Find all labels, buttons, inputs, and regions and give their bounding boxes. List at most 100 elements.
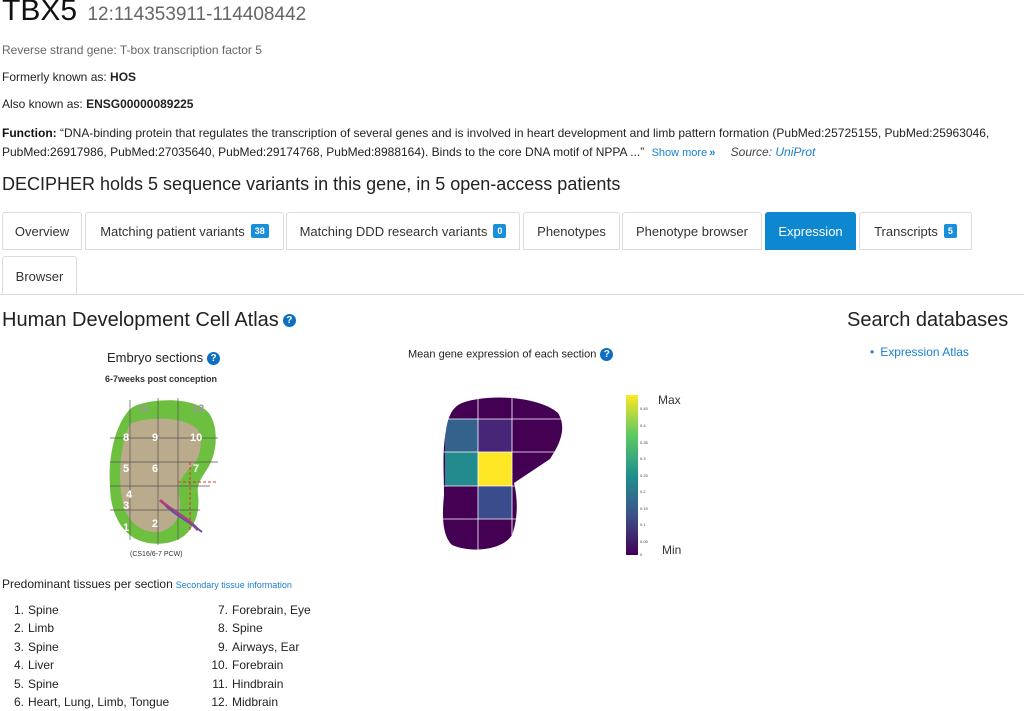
item-number: 1. xyxy=(13,603,24,617)
item-number: 8. xyxy=(217,621,228,636)
secondary-tissue-link[interactable]: Secondary tissue information xyxy=(176,580,292,590)
expression-heatmap xyxy=(442,397,563,550)
embryo-caption: (CS16/6-7 PCW) xyxy=(130,551,183,558)
count-badge: 0 xyxy=(493,224,507,238)
section-number: 9 xyxy=(152,432,158,444)
item-text: Spine xyxy=(28,639,59,654)
help-icon[interactable]: ? xyxy=(282,314,296,328)
formerly-known: Formerly known as: HOS xyxy=(2,70,136,84)
hdca-title-text: Human Development Cell Atlas xyxy=(2,309,279,331)
heatmap-cell xyxy=(445,419,478,452)
tab-matching-patient-variants[interactable]: Matching patient variants 38 xyxy=(85,212,284,250)
list-item: 7. Forebrain, Eye xyxy=(206,601,311,619)
source: Source: UniProt xyxy=(731,145,816,159)
list-item: 1. Spine xyxy=(2,601,169,619)
source-link[interactable]: UniProt xyxy=(775,145,815,159)
section-number: 3 xyxy=(123,500,129,512)
gene-header: TBX5 12:114353911-114408442 xyxy=(2,0,306,28)
tab-matching-ddd-research-variants[interactable]: Matching DDD research variants 0 xyxy=(286,212,520,250)
item-number: 7. xyxy=(217,603,228,617)
formerly-value: HOS xyxy=(110,70,137,84)
item-number: 6. xyxy=(13,695,24,710)
tissues-title: Predominant tissues per section Secondary… xyxy=(2,577,292,591)
show-more-label: Show more xyxy=(651,147,708,159)
tab-transcripts[interactable]: Transcripts 5 xyxy=(859,212,972,250)
search-databases-list: • Expression Atlas xyxy=(870,345,969,359)
expression-atlas-link[interactable]: Expression Atlas xyxy=(880,345,969,359)
item-number: 11. xyxy=(212,676,228,691)
section-number: 5 xyxy=(123,463,129,475)
item-number: 10. xyxy=(211,658,228,673)
help-icon[interactable]: ? xyxy=(600,348,614,361)
tab-label: Phenotype browser xyxy=(635,223,748,239)
expression-legend: 0.45 0.4 0.35 0.3 0.25 0.2 0.15 0.1 0.05… xyxy=(626,393,681,557)
list-item: 6. Heart, Lung, Limb, Tongue xyxy=(2,693,169,711)
list-item: 5. Spine xyxy=(2,675,169,693)
tab-browser[interactable]: Browser xyxy=(2,256,77,295)
item-number: 9. xyxy=(217,639,228,654)
tab-overview[interactable]: Overview xyxy=(2,212,82,250)
section-number: 7 xyxy=(193,463,199,475)
item-text: Spine xyxy=(232,621,263,636)
item-text: Liver xyxy=(28,658,55,673)
embryo-title-text: Embryo sections xyxy=(107,350,204,365)
legend-tick: 0.4 xyxy=(640,423,646,428)
tab-label: Phenotypes xyxy=(537,223,606,239)
function-text: “DNA-binding protein that regulates the … xyxy=(2,126,990,159)
item-text: Forebrain xyxy=(232,658,284,673)
tissues-title-text: Predominant tissues per section xyxy=(2,577,173,591)
tab-phenotype-browser[interactable]: Phenotype browser xyxy=(622,212,762,250)
section-number: 12 xyxy=(192,403,204,415)
list-item: 9. Airways, Ear xyxy=(206,638,311,656)
section-number: 6 xyxy=(152,463,158,475)
item-text: Limb xyxy=(28,621,55,636)
embryo-illustration: 1 2 3 4 5 6 7 8 9 10 11 12 xyxy=(109,398,218,545)
search-databases-title: Search databases xyxy=(847,309,1009,331)
heatmap-cell xyxy=(478,486,512,519)
heatmap-cell xyxy=(445,452,478,486)
tab-label: Transcripts xyxy=(874,223,938,239)
list-item: 3. Spine xyxy=(2,638,169,656)
legend-tick: 0.15 xyxy=(640,506,649,511)
legend-tick: 0.05 xyxy=(640,539,649,544)
source-label: Source: xyxy=(730,145,773,159)
tab-phenotypes[interactable]: Phenotypes xyxy=(523,212,620,250)
section-number: 8 xyxy=(123,432,129,444)
legend-tick: 0 xyxy=(640,552,643,557)
count-badge: 5 xyxy=(943,224,957,238)
list-item: • Expression Atlas xyxy=(870,345,969,359)
item-text: Heart, Lung, Limb, Tongue xyxy=(28,695,170,710)
item-text: Spine xyxy=(28,676,59,691)
formerly-label: Formerly known as: xyxy=(2,70,107,84)
tab-expression[interactable]: Expression xyxy=(765,212,856,250)
mean-expression-title: Mean gene expression of each section? xyxy=(408,348,614,361)
tissue-list-1: 1. Spine 2. Limb 3. Spine 4. Liver 5. Spine 6… xyxy=(2,601,169,711)
tissue-list-2: 7. Forebrain, Eye 8. Spine 9. Airways, Ear … xyxy=(206,601,311,711)
legend-tick: 0.3 xyxy=(640,456,646,461)
section-number: 1 xyxy=(123,522,129,534)
help-icon[interactable]: ? xyxy=(207,352,221,366)
legend-gradient xyxy=(626,395,638,555)
function-description: Function: “DNA-binding protein that regu… xyxy=(2,124,1002,163)
section-number: 11 xyxy=(138,403,150,415)
heatmap-cell xyxy=(478,452,512,486)
legend-tick: 0.2 xyxy=(640,489,646,494)
also-known: Also known as: ENSG00000089225 xyxy=(2,97,193,111)
list-item: 4. Liver xyxy=(2,656,169,674)
tab-label: Matching patient variants xyxy=(100,223,245,239)
tabs-divider xyxy=(0,294,1024,295)
list-item: 12. Midbrain xyxy=(206,693,311,711)
mean-expression-title-text: Mean gene expression of each section xyxy=(408,348,597,361)
embryo-subtitle: 6-7weeks post conception xyxy=(105,374,218,384)
gene-location: 12:114353911-114408442 xyxy=(87,4,307,25)
bullet-icon: • xyxy=(870,345,875,359)
legend-tick: 0.35 xyxy=(640,440,649,445)
list-item: 11. Hindbrain xyxy=(206,675,311,693)
variants-summary: DECIPHER holds 5 sequence variants in th… xyxy=(2,174,621,194)
gene-symbol: TBX5 xyxy=(2,0,78,27)
embryo-title: Embryo sections? xyxy=(107,350,221,366)
list-item: 10. Forebrain xyxy=(206,656,311,674)
show-more-link[interactable]: Show more» xyxy=(652,147,716,159)
item-number: 12. xyxy=(211,695,228,710)
list-item: 2. Limb xyxy=(2,619,169,637)
